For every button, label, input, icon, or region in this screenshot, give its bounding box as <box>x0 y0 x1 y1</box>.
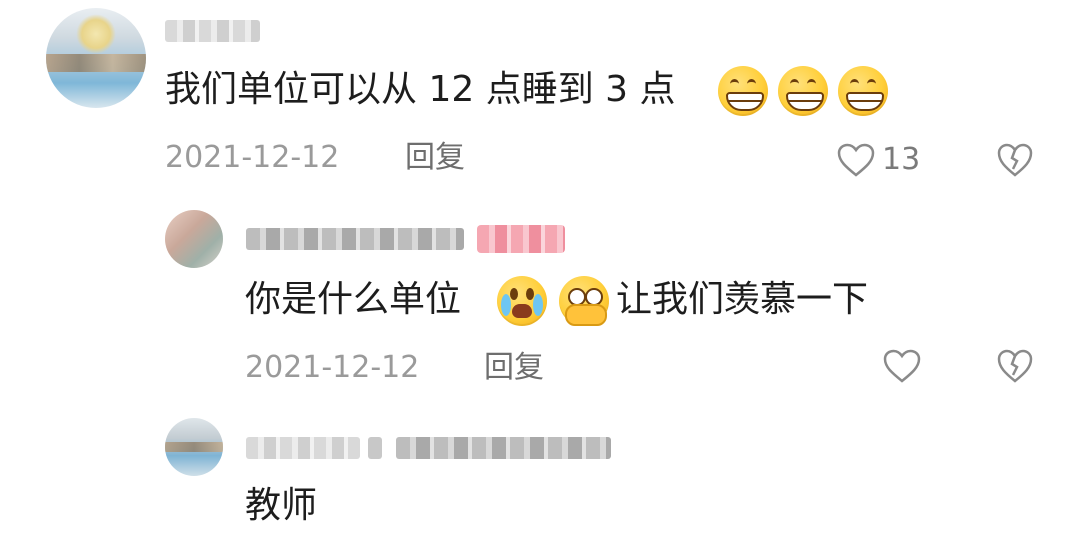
avatar[interactable] <box>165 418 223 476</box>
comment-text: 教师 <box>245 485 318 526</box>
reply-button[interactable]: 回复 <box>484 353 544 383</box>
like-count: 13 <box>882 142 921 177</box>
grin-emoji <box>718 66 768 116</box>
pleading-emoji <box>559 276 609 326</box>
grin-emoji <box>778 66 828 116</box>
avatar[interactable] <box>165 210 223 268</box>
username-blurred[interactable] <box>165 20 260 42</box>
crying-emoji <box>497 276 547 326</box>
heart-outline-icon[interactable] <box>882 348 922 384</box>
reply-to-username-blurred[interactable] <box>396 437 611 459</box>
comment-date: 2021-12-12 <box>245 350 420 385</box>
broken-heart-icon[interactable] <box>996 142 1034 178</box>
comment-date: 2021-12-12 <box>165 140 340 175</box>
username-blurred[interactable] <box>246 228 464 250</box>
comment-text: 我们单位可以从 12 点睡到 3 点 <box>165 69 676 110</box>
comment-text-part: 让我们羡慕一下 <box>616 279 869 320</box>
reply-arrow-icon <box>368 437 382 459</box>
reply-button[interactable]: 回复 <box>405 143 465 173</box>
username-blurred[interactable] <box>246 437 360 459</box>
comment-text-part: 你是什么单位 <box>245 279 462 320</box>
grin-emoji <box>838 66 888 116</box>
heart-outline-icon[interactable] <box>836 142 876 178</box>
broken-heart-icon[interactable] <box>996 348 1034 384</box>
author-badge-blurred <box>477 225 565 253</box>
avatar[interactable] <box>46 8 146 108</box>
